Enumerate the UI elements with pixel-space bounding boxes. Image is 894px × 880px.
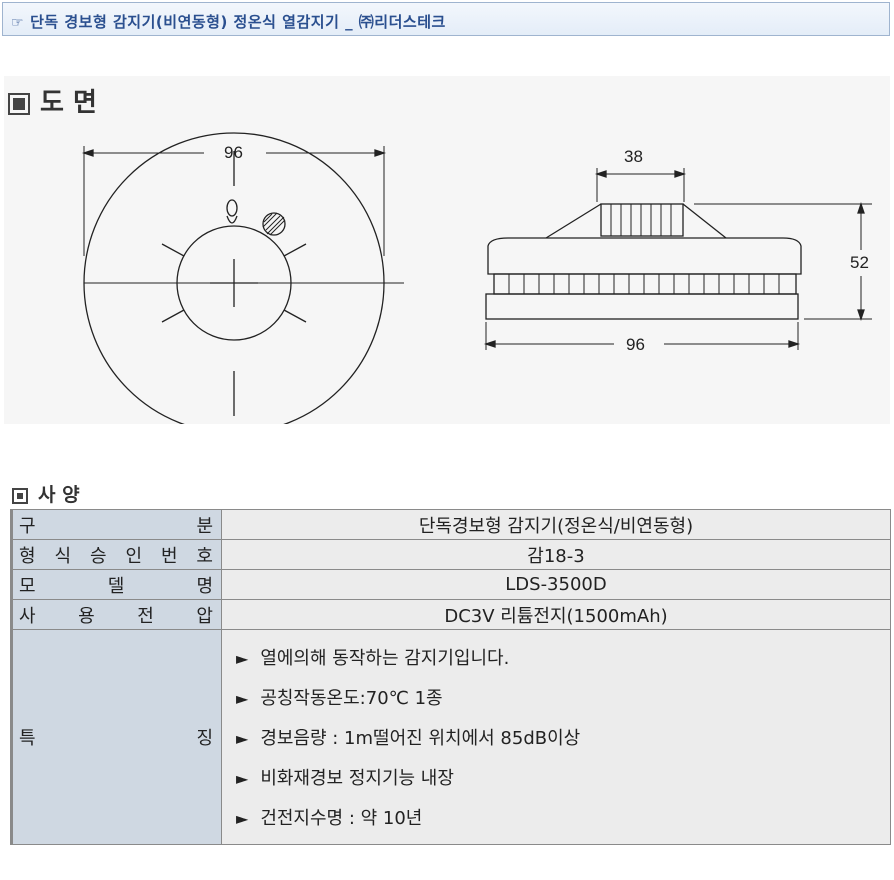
label-char: 식 <box>54 545 72 567</box>
label-char: 모 <box>19 575 36 597</box>
top-view-led-loop <box>226 215 238 224</box>
label-char: 구 <box>19 515 36 537</box>
feature-item: ► 건전지수명 : 약 10년 <box>236 804 890 830</box>
top-view-tick-ul <box>161 243 185 257</box>
side-top-dim-arrow-right <box>674 170 687 178</box>
side-bottom-dim-arrow-left <box>483 340 496 348</box>
row-value: 단독경보형 감지기(정온식/비연동형) <box>221 509 891 540</box>
pointing-hand-icon: ☞ <box>11 15 25 31</box>
technical-drawing: 96 38 52 96 <box>81 132 872 424</box>
triangle-bullet-icon: ► <box>236 689 249 708</box>
label-char: 분 <box>196 515 213 537</box>
row-label: 구 분 <box>10 509 222 540</box>
label-char: 징 <box>196 728 213 749</box>
side-top-width-label: 38 <box>624 147 643 166</box>
side-height-arrow-top <box>857 201 865 214</box>
specs-heading-text: 사 양 <box>38 484 80 506</box>
side-height-arrow-bottom <box>857 309 865 322</box>
feature-text: 공칭작동온도:70℃ 1종 <box>260 688 443 709</box>
label-char: 승 <box>89 545 107 567</box>
spec-table: 구 분 단독경보형 감지기(정온식/비연동형) 형 식 승 인 번 호 감18-… <box>10 509 891 845</box>
top-view-width-label: 96 <box>224 143 243 162</box>
triangle-bullet-icon: ► <box>236 649 249 668</box>
table-row: 형 식 승 인 번 호 감18-3 <box>10 539 891 570</box>
table-row: 모 델 명 LDS-3500D <box>10 569 891 600</box>
specs-heading: 사 양 <box>12 480 80 507</box>
label-char: 사 <box>19 605 36 627</box>
row-label: 모 델 명 <box>10 569 222 600</box>
table-row: 특 징 ► 열에의해 동작하는 감지기입니다. ► 공칭작동온도:70℃ 1종 ► 경… <box>10 629 891 845</box>
label-char: 명 <box>196 575 213 597</box>
title-bar: ☞ 단독 경보형 감지기(비연동형) 정온식 열감지기 _ ㈜리더스테크 <box>2 2 890 36</box>
top-view-tick-ur <box>283 243 307 257</box>
row-label: 특 징 <box>10 629 222 845</box>
feature-text: 비화재경보 정지기능 내장 <box>260 768 454 789</box>
side-top-dim-arrow-left <box>594 170 607 178</box>
feature-text: 열에의해 동작하는 감지기입니다. <box>260 648 510 669</box>
label-char: 특 <box>19 728 36 749</box>
row-value: DC3V 리튬전지(1500mAh) <box>221 599 891 630</box>
top-dim-arrow-right <box>374 149 387 157</box>
label-char: 번 <box>160 545 178 567</box>
table-row: 사 용 전 압 DC3V 리튬전지(1500mAh) <box>10 599 891 630</box>
row-value: 감18-3 <box>221 539 891 570</box>
feature-text: 경보음량 : 1m떨어진 위치에서 85dB이상 <box>260 728 581 749</box>
table-row: 구 분 단독경보형 감지기(정온식/비연동형) <box>10 509 891 540</box>
page-title: ☞ 단독 경보형 감지기(비연동형) 정온식 열감지기 _ ㈜리더스테크 <box>11 11 446 32</box>
label-char: 호 <box>196 545 213 567</box>
row-value: LDS-3500D <box>221 569 891 600</box>
side-view-shoulder-right <box>682 203 727 239</box>
side-view-shoulder-left <box>545 203 602 239</box>
top-view-tick-ll <box>161 309 185 323</box>
top-view-tick-lr <box>283 309 307 323</box>
page-title-text: 단독 경보형 감지기(비연동형) 정온식 열감지기 _ ㈜리더스테크 <box>30 13 446 31</box>
label-char: 형 <box>19 545 36 567</box>
label-char: 전 <box>137 605 154 627</box>
top-view-led <box>226 199 238 217</box>
row-label: 형 식 승 인 번 호 <box>10 539 222 570</box>
triangle-bullet-icon: ► <box>236 769 249 788</box>
row-label: 사 용 전 압 <box>10 599 222 630</box>
triangle-bullet-icon: ► <box>236 809 249 828</box>
feature-item: ► 공칭작동온도:70℃ 1종 <box>236 684 890 710</box>
side-view-body <box>487 237 802 275</box>
label-char: 압 <box>196 605 213 627</box>
side-height-label: 52 <box>850 253 869 272</box>
label-char: 델 <box>107 575 125 597</box>
feature-item: ► 열에의해 동작하는 감지기입니다. <box>236 644 890 670</box>
side-view-base <box>485 293 799 320</box>
features-cell: ► 열에의해 동작하는 감지기입니다. ► 공칭작동온도:70℃ 1종 ► 경보음량 … <box>221 629 891 845</box>
feature-item: ► 경보음량 : 1m떨어진 위치에서 85dB이상 <box>236 724 890 750</box>
feature-item: ► 비화재경보 정지기능 내장 <box>236 764 890 790</box>
drawing-section: 도 면 96 38 52 96 <box>4 76 890 424</box>
side-view-ribs <box>508 274 780 294</box>
triangle-bullet-icon: ► <box>236 729 249 748</box>
side-bottom-dim-arrow-right <box>788 340 801 348</box>
top-dim-arrow-left <box>81 149 94 157</box>
side-view-knob-ribs <box>610 204 672 236</box>
label-char: 인 <box>125 545 143 567</box>
label-char: 용 <box>78 605 95 627</box>
side-bottom-width-label: 96 <box>626 335 645 354</box>
feature-text: 건전지수명 : 약 10년 <box>260 808 423 829</box>
square-bullet-icon <box>12 487 28 504</box>
